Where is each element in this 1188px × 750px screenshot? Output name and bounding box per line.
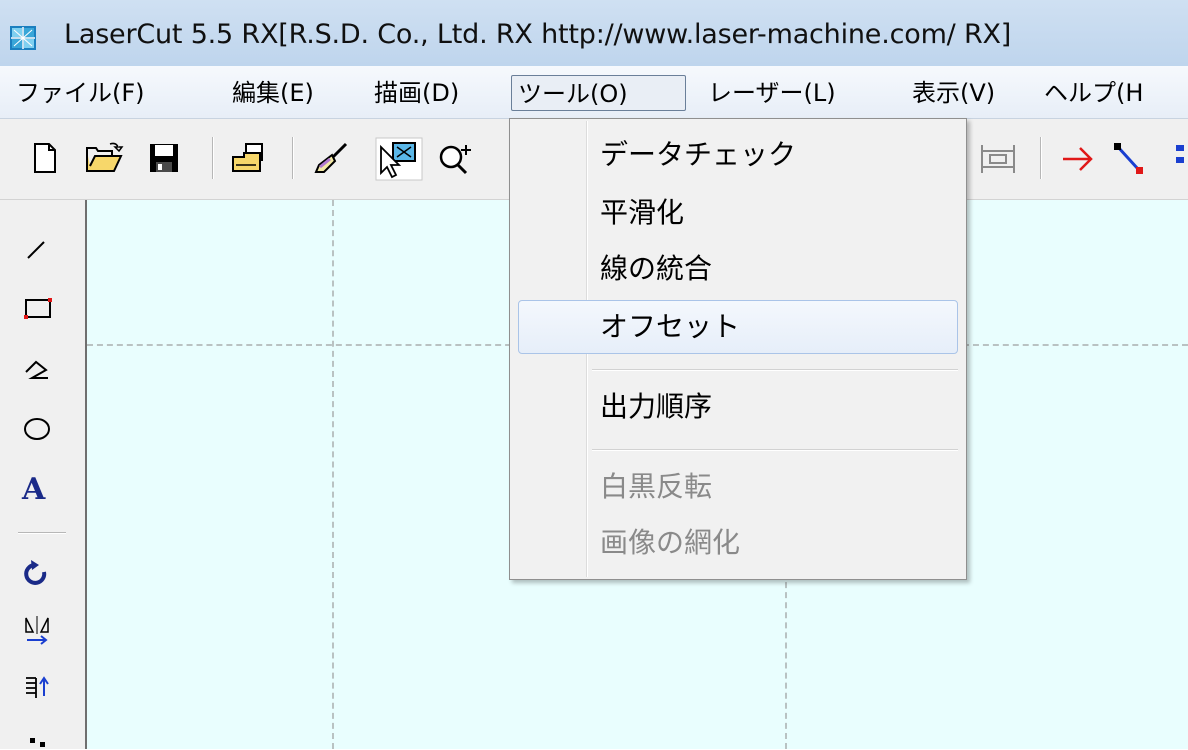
line-tool-icon[interactable]	[22, 234, 52, 264]
menu-item-offset[interactable]: オフセット	[600, 307, 740, 347]
menu-view[interactable]: 表示(V)	[906, 75, 1001, 111]
menu-item-image-halftone[interactable]: 画像の網化	[600, 523, 740, 563]
menu-item-smoothing[interactable]: 平滑化	[600, 193, 684, 233]
layout-icon[interactable]	[978, 141, 1018, 177]
menu-item-invert-bw[interactable]: 白黒反転	[600, 467, 712, 507]
select-icon[interactable]	[375, 137, 423, 181]
zoom-icon[interactable]	[436, 141, 476, 177]
print-icon[interactable]	[230, 141, 270, 175]
toolbar-separator	[292, 137, 293, 179]
toolbar-separator	[212, 137, 213, 179]
menu-file[interactable]: ファイル(F)	[10, 75, 151, 111]
text-tool-icon[interactable]: A	[22, 472, 45, 507]
menu-edit[interactable]: 編集(E)	[226, 75, 320, 111]
path-icon[interactable]	[1112, 141, 1152, 177]
menu-separator	[592, 449, 958, 450]
app-icon	[10, 26, 36, 50]
brush-icon[interactable]	[310, 141, 350, 177]
more-tools-icon[interactable]	[1176, 141, 1188, 177]
save-icon[interactable]	[147, 141, 181, 175]
node-tool-icon[interactable]	[22, 730, 52, 750]
menu-help[interactable]: ヘルプ(H	[1038, 75, 1149, 111]
menu-bar: ファイル(F) 編集(E) 描画(D) ツール(O) レーザー(L) 表示(V)…	[0, 66, 1188, 119]
mirror-tool-icon[interactable]	[22, 614, 52, 648]
left-toolbar-separator	[18, 532, 66, 533]
menu-item-data-check[interactable]: データチェック	[600, 135, 796, 175]
menu-separator	[592, 369, 958, 370]
toolbar-separator	[1040, 137, 1041, 179]
menu-laser[interactable]: レーザー(L)	[702, 75, 842, 111]
rotate-tool-icon[interactable]	[22, 558, 52, 590]
grid-line	[332, 200, 334, 749]
tools-dropdown-menu: データチェック 平滑化 線の統合 オフセット 出力順序 白黒反転 画像の網化	[509, 118, 967, 580]
arrow-icon[interactable]	[1058, 141, 1098, 177]
polyline-tool-icon[interactable]	[22, 356, 52, 386]
menu-tools[interactable]: ツール(O)	[511, 75, 686, 111]
ellipse-tool-icon[interactable]	[22, 414, 56, 444]
rectangle-tool-icon[interactable]	[22, 294, 56, 324]
new-file-icon[interactable]	[30, 141, 60, 175]
open-folder-icon[interactable]	[84, 141, 124, 175]
window-title: LaserCut 5.5 RX[R.S.D. Co., Ltd. RX http…	[64, 19, 1012, 50]
align-tool-icon[interactable]	[22, 672, 52, 704]
menu-item-output-order[interactable]: 出力順序	[600, 387, 712, 427]
left-toolbar: A	[0, 200, 87, 749]
menu-draw[interactable]: 描画(D)	[368, 75, 465, 111]
menu-item-merge-lines[interactable]: 線の統合	[600, 249, 712, 289]
